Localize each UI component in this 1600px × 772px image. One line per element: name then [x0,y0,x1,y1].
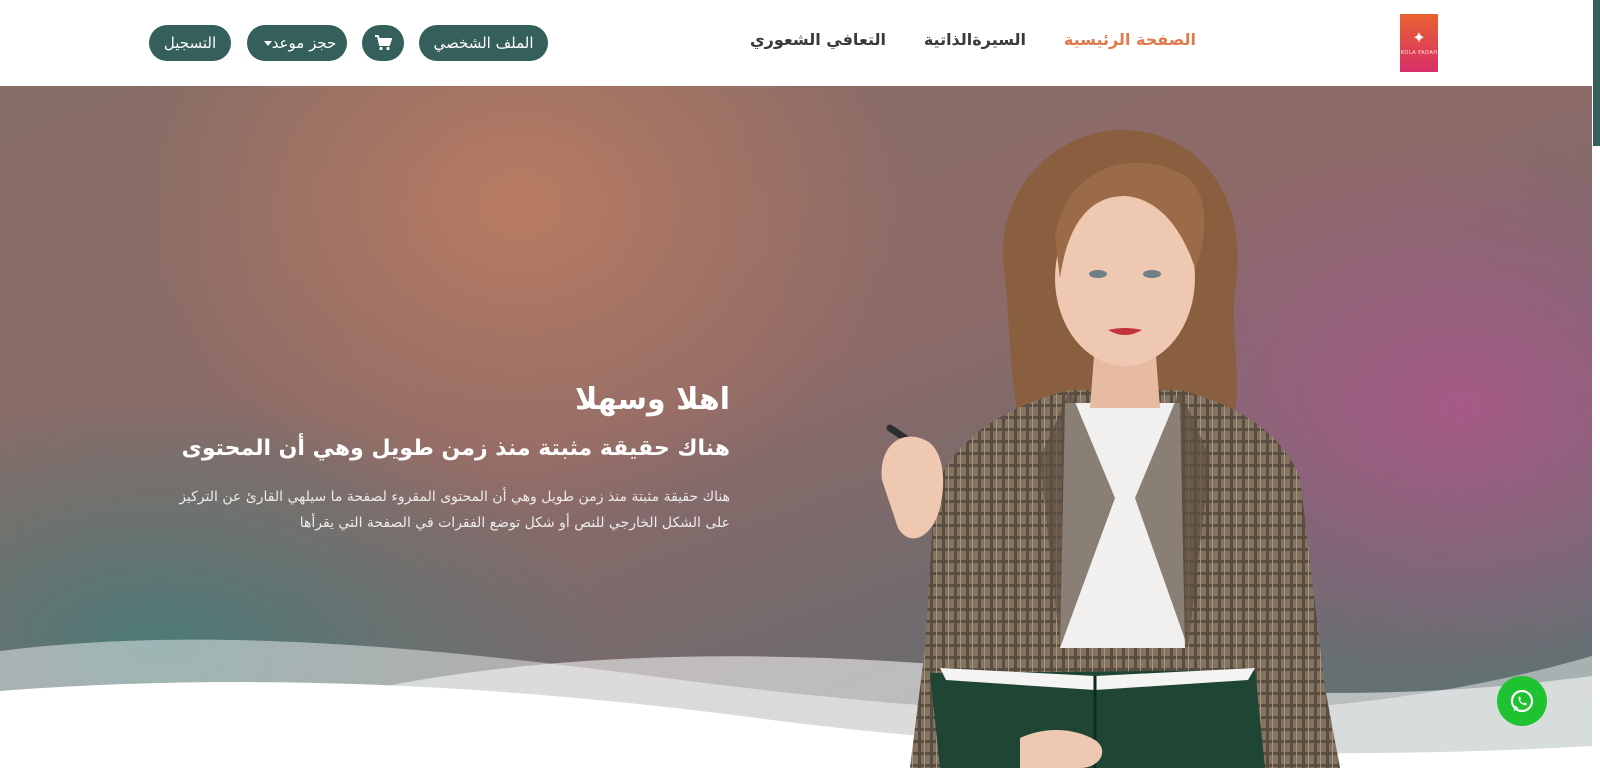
page: اهلا وسهلا هناك حقيقة مثبتة منذ زمن طويل… [0,0,1600,772]
scrollbar-thumb[interactable] [1593,0,1600,146]
booking-button-label: حجز موعد [271,34,337,52]
cart-icon [375,35,392,51]
caret-down-icon [263,40,272,46]
profile-button-label: الملف الشخصي [433,34,534,52]
register-button[interactable]: التسجيل [149,25,231,61]
whatsapp-button[interactable] [1497,676,1547,726]
logo-text: ROLA FADAH [1400,50,1438,56]
hero-body-text: هناك حقيقة مثبتة منذ زمن طويل وهي أن الم… [179,489,730,531]
nav-home[interactable]: الصفحة الرئيسية [1064,30,1196,49]
booking-dropdown-button[interactable]: حجز موعد [247,25,347,61]
nav-cv[interactable]: السيرةالذاتية [924,30,1026,49]
site-logo[interactable]: ✦ ROLA FADAH [1400,14,1438,72]
star-icon: ✦ [1412,28,1426,47]
hero-subtitle: هناك حقيقة مثبتة منذ زمن طويل وهي أن الم… [181,436,730,461]
cart-button[interactable] [362,25,404,61]
hero-welcome-title: اهلا وسهلا [574,382,730,417]
top-header: ✦ ROLA FADAH الصفحة الرئيسية السيرةالذات… [0,0,1600,86]
page-scrollbar[interactable] [1592,0,1600,772]
register-button-label: التسجيل [163,34,217,52]
nav-emotional-recovery[interactable]: التعافي الشعوري [750,30,886,49]
whatsapp-icon [1510,689,1534,713]
woman-portrait [881,129,1340,768]
hero-section: اهلا وسهلا هناك حقيقة مثبتة منذ زمن طويل… [0,86,1592,772]
profile-button[interactable]: الملف الشخصي [419,25,548,61]
